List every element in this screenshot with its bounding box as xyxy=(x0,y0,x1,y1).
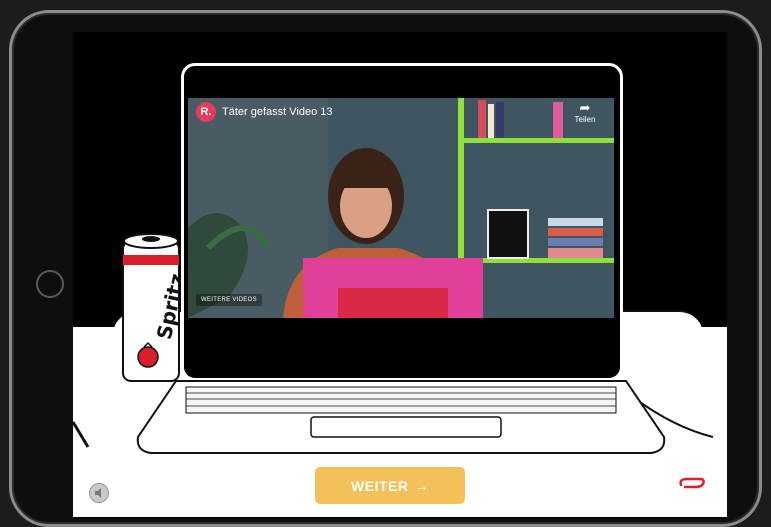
arrow-right-icon: → xyxy=(414,477,429,494)
channel-avatar[interactable]: R. xyxy=(196,102,216,122)
more-videos-button[interactable]: WEITERE VIDEOS xyxy=(196,294,262,306)
sound-toggle-button[interactable] xyxy=(89,483,109,503)
share-label: Teilen xyxy=(574,115,596,124)
share-arrow-icon: ➦ xyxy=(579,100,591,115)
laptop-base-keyboard xyxy=(136,380,666,454)
home-button xyxy=(36,270,64,298)
video-player[interactable]: R. Täter gefasst Video 13 ➦ Teilen WEITE… xyxy=(188,98,614,318)
app-screen: Spritz R. Täter gefasst Video 13 ➦ Teile… xyxy=(73,32,727,518)
sound-icon xyxy=(95,488,101,498)
video-title[interactable]: Täter gefasst Video 13 xyxy=(222,106,332,118)
paperclip-icon[interactable] xyxy=(677,475,707,491)
share-button[interactable]: ➦ Teilen xyxy=(570,100,600,125)
video-frame-scene xyxy=(188,98,614,318)
video-letterbox xyxy=(188,318,614,376)
spritz-can-illustration: Spritz xyxy=(122,233,182,382)
next-button-label: WEITER xyxy=(351,477,409,494)
next-button[interactable]: WEITER → xyxy=(315,467,465,504)
